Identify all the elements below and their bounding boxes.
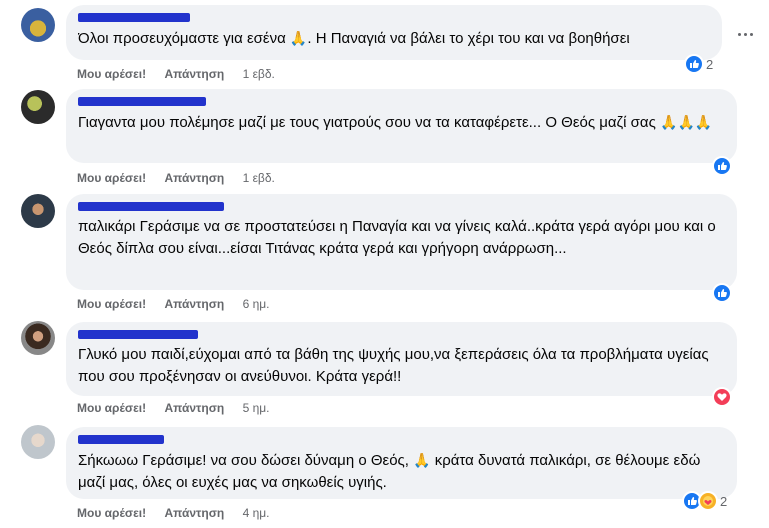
comment-bubble: Σήκωωω Γεράσιμε! να σου δώσει δύναμη ο Θ… [66,427,737,499]
comment-author[interactable] [78,330,725,341]
comment-time[interactable]: 1 εβδ. [243,171,275,185]
avatar[interactable] [21,321,55,355]
reaction-count: 2 [706,56,714,72]
like-button[interactable]: Μου αρέσει! [77,297,146,311]
comment-actions: Μου αρέσει! Απάντηση 1 εβδ. [77,170,290,186]
like-icon [712,156,732,176]
comment-author[interactable] [78,97,725,108]
like-icon [712,283,732,303]
comment-author[interactable] [78,435,725,446]
reaction-count: 2 [720,493,728,509]
comment-actions: Μου αρέσει! Απάντηση 1 εβδ. [77,66,290,82]
like-button[interactable]: Μου αρέσει! [77,506,146,520]
comment-bubble: Γλυκό μου παιδί,εύχομαι από τα βάθη της … [66,322,737,396]
comment-time[interactable]: 4 ημ. [243,506,270,520]
reply-button[interactable]: Απάντηση [164,506,224,520]
comment-author[interactable]: Marianna [78,13,710,24]
comment-bubble: παλικάρι Γεράσιμε να σε προστατεύσει η Π… [66,194,737,290]
comment-actions: Μου αρέσει! Απάντηση 6 ημ. [77,296,285,312]
comment-bubble: Marianna Όλοι προσευχόμαστε για εσένα 🙏.… [66,5,722,60]
reaction-summary[interactable]: 2 [684,54,713,74]
pray-emoji: 🙏 [413,452,431,468]
reaction-summary[interactable] [712,283,734,303]
like-button[interactable]: Μου αρέσει! [77,401,146,415]
love-icon [712,387,732,407]
avatar[interactable] [21,8,55,42]
comment-time[interactable]: 5 ημ. [243,401,270,415]
comment-author[interactable] [78,202,725,213]
comment-text: Σήκωωω Γεράσιμε! να σου δώσει δύναμη ο Θ… [78,452,701,491]
like-icon [684,54,704,74]
reaction-summary[interactable]: 2 [682,491,727,511]
avatar[interactable] [21,90,55,124]
comment-actions: Μου αρέσει! Απάντηση 5 ημ. [77,400,285,416]
more-options-icon[interactable] [735,26,755,42]
reply-button[interactable]: Απάντηση [164,67,224,81]
reply-button[interactable]: Απάντηση [164,297,224,311]
comment-text: Γλυκό μου παιδί,εύχομαι από τα βάθη της … [78,346,709,385]
pray-emoji: 🙏🙏🙏 [660,114,713,130]
like-button[interactable]: Μου αρέσει! [77,67,146,81]
comment-time[interactable]: 6 ημ. [243,297,270,311]
comment-actions: Μου αρέσει! Απάντηση 4 ημ. [77,505,285,521]
comment-time[interactable]: 1 εβδ. [243,67,275,81]
pray-emoji: 🙏 [289,30,308,46]
care-icon [698,491,718,511]
reply-button[interactable]: Απάντηση [164,171,224,185]
comment-text: παλικάρι Γεράσιμε να σε προστατεύσει η Π… [78,218,716,257]
comment-text: Γιαγαντα μου πολέμησε μαζί με τους γιατρ… [78,114,713,131]
reaction-summary[interactable] [712,156,734,176]
comment-bubble: Γιαγαντα μου πολέμησε μαζί με τους γιατρ… [66,89,737,163]
avatar[interactable] [21,194,55,228]
reaction-summary[interactable] [712,387,734,407]
avatar[interactable] [21,425,55,459]
comment-text: Όλοι προσευχόμαστε για εσένα 🙏. Η Παναγι… [78,30,630,47]
reply-button[interactable]: Απάντηση [164,401,224,415]
like-button[interactable]: Μου αρέσει! [77,171,146,185]
